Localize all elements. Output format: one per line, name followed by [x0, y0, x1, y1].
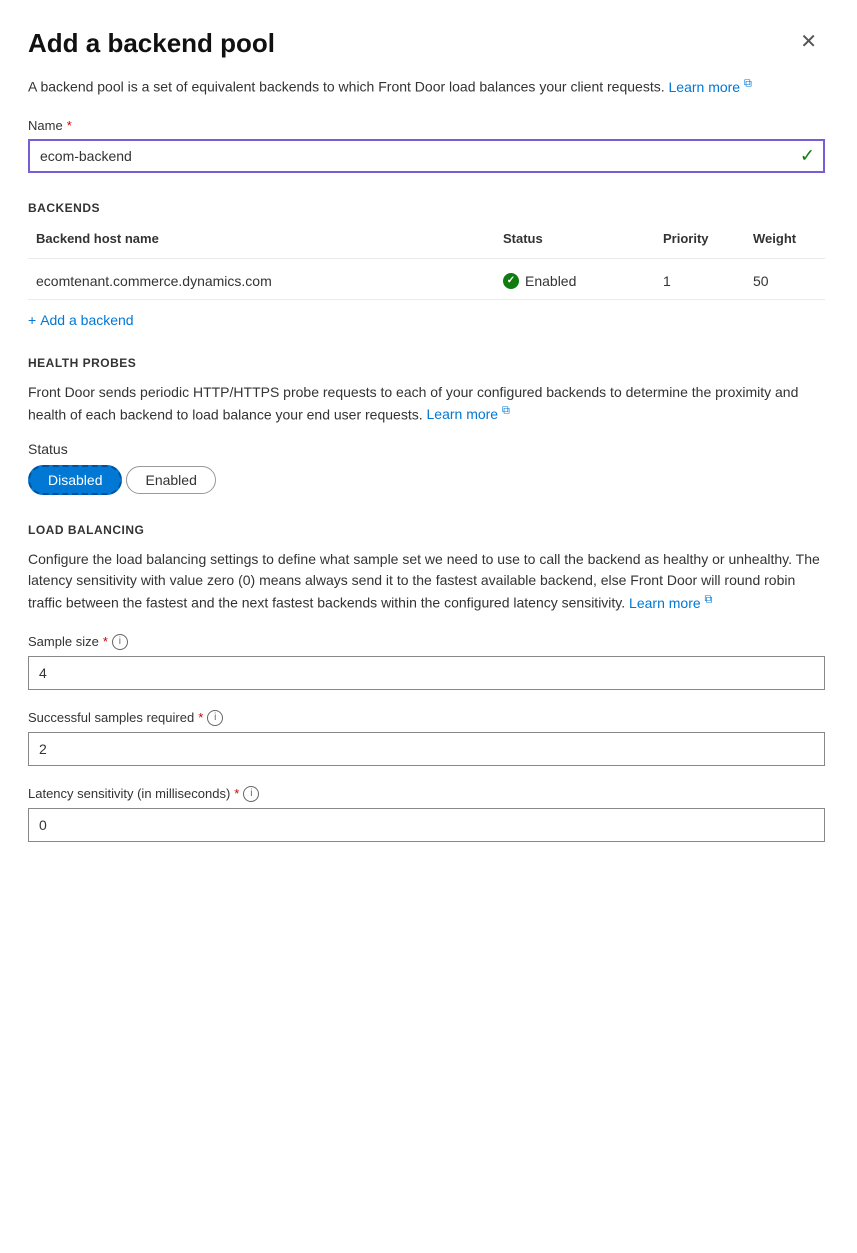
sample-size-input[interactable]: [28, 656, 825, 690]
panel-title: Add a backend pool: [28, 28, 275, 59]
name-input-wrapper: ✓: [28, 139, 825, 173]
external-link-icon: ⧉: [744, 77, 752, 89]
latency-sensitivity-required-star: *: [234, 786, 239, 801]
status-enabled-icon: [503, 273, 519, 289]
load-balancing-section-header: LOAD BALANCING: [28, 523, 825, 537]
backend-host-cell: ecomtenant.commerce.dynamics.com: [28, 273, 495, 289]
sample-size-label: Sample size * i: [28, 634, 825, 650]
load-balancing-external-icon: ⧉: [705, 593, 713, 605]
latency-sensitivity-label: Latency sensitivity (in milliseconds) * …: [28, 786, 825, 802]
close-button[interactable]: ✕: [792, 28, 825, 56]
name-field-group: Name * ✓: [28, 118, 825, 173]
backends-table-head: Backend host name Status Priority Weight: [28, 227, 825, 259]
health-probes-description: Front Door sends periodic HTTP/HTTPS pro…: [28, 382, 825, 426]
successful-samples-group: Successful samples required * i: [28, 710, 825, 766]
latency-sensitivity-group: Latency sensitivity (in milliseconds) * …: [28, 786, 825, 842]
backends-table: Backend host name Status Priority Weight…: [28, 227, 825, 300]
close-icon: ✕: [800, 31, 817, 53]
name-field-label: Name *: [28, 118, 825, 133]
name-check-icon: ✓: [800, 145, 815, 166]
sample-size-group: Sample size * i: [28, 634, 825, 690]
panel-description: A backend pool is a set of equivalent ba…: [28, 75, 825, 98]
successful-samples-required-star: *: [198, 710, 203, 725]
backends-section-header: BACKENDS: [28, 201, 825, 215]
backend-weight-cell: 50: [745, 273, 825, 289]
toggle-enabled-button[interactable]: Enabled: [126, 466, 215, 494]
col-header-priority: Priority: [655, 227, 745, 250]
load-balancing-learn-more-link[interactable]: Learn more ⧉: [629, 595, 712, 611]
health-probes-toggle-group: Disabled Enabled: [28, 465, 825, 495]
backend-priority-cell: 1: [655, 273, 745, 289]
health-probes-learn-more-link[interactable]: Learn more ⧉: [427, 406, 510, 422]
panel-header: Add a backend pool ✕: [28, 28, 825, 59]
name-required-star: *: [67, 118, 72, 133]
col-header-weight: Weight: [745, 227, 825, 250]
sample-size-info-icon[interactable]: i: [112, 634, 128, 650]
load-balancing-description: Configure the load balancing settings to…: [28, 549, 825, 614]
add-backend-pool-panel: Add a backend pool ✕ A backend pool is a…: [0, 0, 857, 1253]
successful-samples-label: Successful samples required * i: [28, 710, 825, 726]
description-learn-more-link[interactable]: Learn more ⧉: [669, 79, 752, 95]
latency-sensitivity-input[interactable]: [28, 808, 825, 842]
successful-samples-info-icon[interactable]: i: [207, 710, 223, 726]
backend-status-cell: Enabled: [495, 273, 655, 289]
col-header-host: Backend host name: [28, 227, 495, 250]
col-header-status: Status: [495, 227, 655, 250]
health-probes-section-header: HEALTH PROBES: [28, 356, 825, 370]
latency-sensitivity-info-icon[interactable]: i: [243, 786, 259, 802]
add-icon: +: [28, 312, 36, 328]
toggle-disabled-button[interactable]: Disabled: [28, 465, 122, 495]
health-probes-external-icon: ⧉: [502, 405, 510, 417]
add-backend-link[interactable]: + Add a backend: [28, 312, 825, 328]
table-row[interactable]: ecomtenant.commerce.dynamics.com Enabled…: [28, 263, 825, 300]
health-probes-status-label: Status: [28, 441, 825, 457]
name-input[interactable]: [28, 139, 825, 173]
successful-samples-input[interactable]: [28, 732, 825, 766]
sample-size-required-star: *: [103, 634, 108, 649]
